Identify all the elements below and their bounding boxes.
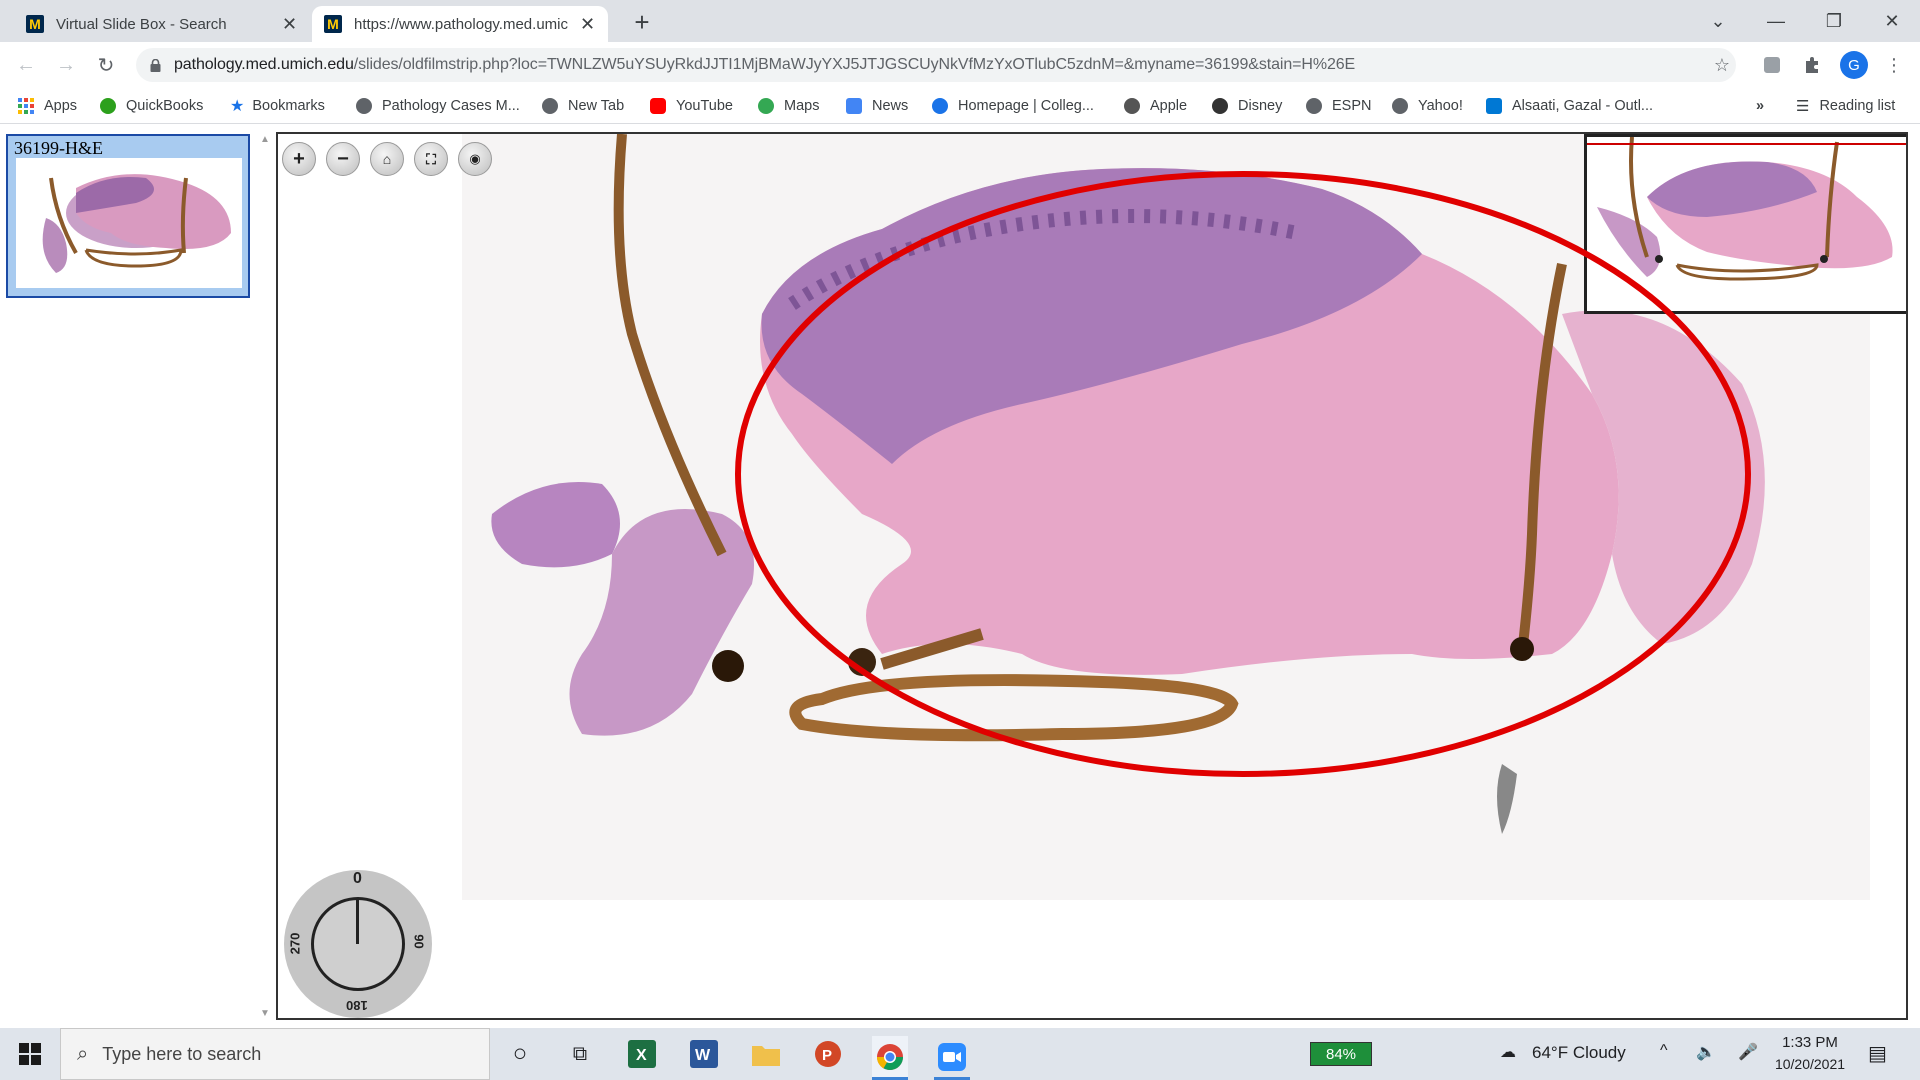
- annotation-ellipse: [735, 171, 1751, 777]
- globe-icon: [1306, 98, 1322, 114]
- apps-grid-icon: [18, 98, 34, 114]
- bookmark-pathology-cases[interactable]: Pathology Cases M...: [356, 96, 520, 116]
- svg-text:W: W: [695, 1047, 711, 1064]
- chevron-up-icon[interactable]: ^: [1660, 1042, 1668, 1060]
- reading-list-icon: ☰: [1796, 98, 1810, 115]
- globe-icon: [1392, 98, 1408, 114]
- svg-text:P: P: [822, 1047, 832, 1064]
- page-content: 36199-H&E ▲ ▼ + − ⌂ ⛶ ◉ 0 90 180 270: [0, 124, 1920, 1022]
- quickbooks-icon: [100, 98, 116, 114]
- word-icon[interactable]: W: [686, 1036, 722, 1072]
- bookmark-espn[interactable]: ESPN: [1306, 96, 1372, 116]
- globe-icon: [356, 98, 372, 114]
- weather-text[interactable]: 64°F Cloudy: [1532, 1043, 1626, 1063]
- close-window-button[interactable]: ✕: [1864, 0, 1920, 42]
- taskbar-search-box[interactable]: ⌕ Type here to search: [60, 1028, 490, 1080]
- windows-taskbar: ⌕ Type here to search ○ ⧉ X W P 84% ☁ 64…: [0, 1028, 1920, 1080]
- maps-pin-icon: [758, 98, 774, 114]
- outlook-icon: [1486, 98, 1502, 114]
- tab-virtual-slide-box[interactable]: M Virtual Slide Box - Search ✕: [14, 6, 310, 42]
- bookmark-outlook[interactable]: Alsaati, Gazal - Outl...: [1486, 96, 1653, 116]
- cortana-icon[interactable]: ○: [502, 1036, 538, 1072]
- powerpoint-icon[interactable]: P: [810, 1036, 846, 1072]
- close-tab-icon[interactable]: ✕: [580, 14, 595, 35]
- chrome-icon[interactable]: [872, 1036, 908, 1080]
- svg-text:X: X: [636, 1047, 647, 1064]
- browser-toolbar: ← → ↻ pathology.med.umich.edu/slides/old…: [0, 42, 1920, 88]
- excel-icon[interactable]: X: [624, 1036, 660, 1072]
- restore-button[interactable]: ❐: [1806, 0, 1862, 42]
- star-icon: ★: [230, 98, 245, 115]
- lock-icon: [150, 58, 161, 72]
- bookmark-yahoo[interactable]: Yahoo!: [1392, 96, 1463, 116]
- bookmark-apple[interactable]: Apple: [1124, 96, 1187, 116]
- windows-icon[interactable]: [12, 1036, 48, 1072]
- rotation-label-left: 270: [287, 932, 303, 955]
- more-bookmarks-button[interactable]: »: [1756, 96, 1764, 116]
- menu-icon[interactable]: ⋮: [1882, 53, 1906, 77]
- battery-indicator[interactable]: 84%: [1310, 1042, 1372, 1066]
- forward-icon[interactable]: →: [50, 49, 82, 81]
- weather-icon: ☁: [1500, 1044, 1516, 1061]
- file-explorer-icon[interactable]: [748, 1036, 784, 1072]
- michigan-logo-icon: M: [324, 15, 342, 33]
- slide-viewer[interactable]: + − ⌂ ⛶ ◉ 0 90 180 270: [276, 132, 1908, 1020]
- microphone-icon[interactable]: 🎤: [1738, 1042, 1758, 1062]
- clock-time[interactable]: 1:33 PM: [1774, 1034, 1846, 1051]
- youtube-icon: [650, 98, 666, 114]
- bookmark-apps[interactable]: Apps: [18, 96, 77, 116]
- tab-pathology[interactable]: M https://www.pathology.med.umic ✕: [312, 6, 608, 42]
- filmstrip-item[interactable]: 36199-H&E: [6, 134, 250, 298]
- filmstrip-scrollbar[interactable]: ▲ ▼: [258, 134, 272, 1019]
- extensions-puzzle-icon[interactable]: [1800, 53, 1824, 77]
- back-icon[interactable]: ←: [10, 49, 42, 81]
- apple-icon: [1124, 98, 1140, 114]
- rotation-label-bottom: 180: [346, 998, 368, 1013]
- search-icon: ⌕: [77, 1042, 89, 1065]
- globe-icon: [542, 98, 558, 114]
- notifications-icon[interactable]: ▤: [1868, 1041, 1887, 1066]
- rotation-label-top: 0: [353, 870, 362, 887]
- scroll-down-icon: ▼: [260, 1008, 270, 1019]
- tab-title: https://www.pathology.med.umic: [354, 15, 568, 33]
- taskbar-search-placeholder: Type here to search: [102, 1043, 262, 1064]
- bookmark-star-icon[interactable]: ☆: [1710, 53, 1734, 77]
- tab-strip: M Virtual Slide Box - Search ✕ M https:/…: [0, 0, 1920, 42]
- bookmark-new-tab[interactable]: New Tab: [542, 96, 624, 116]
- new-tab-button[interactable]: +: [624, 6, 660, 38]
- bookmark-homepage[interactable]: Homepage | Colleg...: [932, 96, 1094, 116]
- michigan-logo-icon: M: [26, 15, 44, 33]
- reading-list-button[interactable]: ☰ Reading list: [1796, 96, 1895, 116]
- task-view-icon[interactable]: ⧉: [562, 1036, 598, 1072]
- volume-icon[interactable]: 🔈: [1696, 1042, 1716, 1062]
- close-tab-icon[interactable]: ✕: [282, 14, 297, 35]
- disney-icon: [1212, 98, 1228, 114]
- scroll-up-icon: ▲: [260, 134, 270, 145]
- extension-icon[interactable]: [1760, 53, 1784, 77]
- profile-avatar[interactable]: G: [1840, 51, 1868, 79]
- bookmark-quickbooks[interactable]: QuickBooks: [100, 96, 203, 116]
- bookmark-news[interactable]: News: [846, 96, 908, 116]
- slide-thumbnail[interactable]: [16, 158, 242, 288]
- url-text: pathology.med.umich.edu/slides/oldfilmst…: [174, 56, 1356, 73]
- news-icon: [846, 98, 862, 114]
- filmstrip-label: 36199-H&E: [14, 138, 103, 158]
- tab-title: Virtual Slide Box - Search: [56, 15, 227, 33]
- reload-icon[interactable]: ↻: [90, 49, 122, 81]
- rotation-label-right: 90: [411, 934, 427, 949]
- bookmarks-bar: Apps QuickBooks ★ Bookmarks Pathology Cas…: [0, 88, 1920, 124]
- zoom-icon[interactable]: [934, 1036, 970, 1080]
- cap-icon: [932, 98, 948, 114]
- minimize-button[interactable]: —: [1748, 0, 1804, 42]
- bookmark-disney[interactable]: Disney: [1212, 96, 1282, 116]
- rotation-dial[interactable]: 0 90 180 270: [284, 870, 432, 1018]
- bookmark-bookmarks[interactable]: ★ Bookmarks: [230, 96, 325, 116]
- tab-search-icon[interactable]: ⌄: [1690, 0, 1746, 42]
- bookmark-youtube[interactable]: YouTube: [650, 96, 733, 116]
- rotation-needle: [356, 900, 359, 944]
- clock-date[interactable]: 10/20/2021: [1774, 1056, 1846, 1072]
- address-bar[interactable]: pathology.med.umich.edu/slides/oldfilmst…: [136, 48, 1736, 82]
- bookmark-maps[interactable]: Maps: [758, 96, 819, 116]
